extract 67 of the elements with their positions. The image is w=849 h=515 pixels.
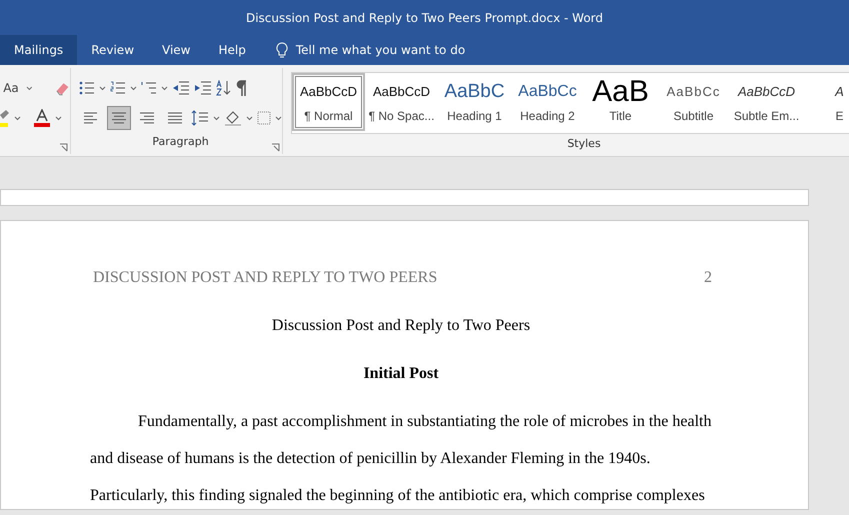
dropdown-icon[interactable] xyxy=(275,116,282,120)
lightbulb-icon[interactable] xyxy=(276,42,288,58)
highlighter-icon[interactable] xyxy=(0,109,10,127)
dropdown-icon[interactable] xyxy=(99,86,106,90)
dropdown-icon[interactable] xyxy=(161,86,168,90)
multilevel-list-icon[interactable] xyxy=(141,81,157,95)
dropdown-icon[interactable] xyxy=(14,116,21,120)
align-center-icon xyxy=(111,111,127,125)
style-name: ¶ No Spac... xyxy=(368,108,434,125)
page-header: DISCUSSION POST AND REPLY TO TWO PEERS xyxy=(93,268,438,288)
style-item[interactable]: AaBbC Heading 1 xyxy=(438,73,511,131)
borders-icon[interactable] xyxy=(257,111,271,125)
page-number: 2 xyxy=(704,268,712,288)
group-label: Paragraph xyxy=(152,134,209,150)
increase-indent-icon[interactable] xyxy=(194,81,212,95)
style-preview: AaB xyxy=(592,77,649,107)
style-name: E xyxy=(835,108,844,125)
style-preview: AaBbCc xyxy=(666,83,720,101)
sort-icon[interactable] xyxy=(216,80,232,96)
dialog-launcher-icon[interactable] xyxy=(59,143,68,152)
style-item[interactable]: AaBbCcD ¶ No Spac... xyxy=(365,73,438,131)
align-right-icon xyxy=(139,111,155,125)
body-paragraph: Fundamentally, a past accomplishment in substantiating the role of microbes in the health and disease of humans is the detection of penicillin by Alexander Fleming in the 1940s. Particularly, this finding signaled the beginning of the antibiotic era, which comprise complexes xyxy=(90,412,712,506)
dropdown-icon[interactable] xyxy=(213,116,220,120)
dialog-launcher-icon[interactable] xyxy=(271,143,280,152)
section-heading: Initial Post xyxy=(363,365,439,382)
bullets-icon[interactable] xyxy=(79,81,95,95)
style-name: Subtle Em... xyxy=(734,108,800,125)
tell-me-search[interactable]: Tell me what you want to do xyxy=(296,41,466,59)
style-item[interactable]: A E xyxy=(803,73,849,131)
align-left-icon xyxy=(83,111,99,125)
dropdown-icon[interactable] xyxy=(130,86,137,90)
ribbon-tab[interactable]: Review xyxy=(77,35,148,65)
numbering-icon[interactable] xyxy=(110,81,126,95)
align-center-button[interactable] xyxy=(107,106,131,130)
dropdown-icon[interactable] xyxy=(26,86,33,90)
document-title: Discussion Post and Reply to Two Peers xyxy=(272,317,530,334)
style-name: ¶ Normal xyxy=(304,108,353,125)
pilcrow-icon[interactable] xyxy=(236,80,248,96)
style-preview: AaBbC xyxy=(444,80,505,104)
font-color-icon[interactable] xyxy=(33,109,51,127)
align-justify-icon xyxy=(167,111,183,125)
shading-icon[interactable] xyxy=(224,110,242,126)
style-preview: AaBbCcD xyxy=(738,83,796,101)
style-item[interactable]: AaBbCc Heading 2 xyxy=(511,73,584,131)
ribbon-tab[interactable]: Help xyxy=(204,35,260,65)
dropdown-icon[interactable] xyxy=(55,116,62,120)
style-item[interactable]: AaBbCcD Subtle Em... xyxy=(730,73,803,131)
change-case-button[interactable]: Aa xyxy=(0,76,22,100)
style-name: Heading 2 xyxy=(520,108,575,125)
style-name: Heading 1 xyxy=(447,108,502,125)
ribbon-tab[interactable]: View xyxy=(148,35,204,65)
line-spacing-icon[interactable] xyxy=(191,110,209,126)
window-title: Discussion Post and Reply to Two Peers Prompt.docx - Word xyxy=(246,10,604,26)
style-preview: AaBbCcD xyxy=(372,83,430,101)
style-item[interactable]: AaBbCcD ¶ Normal xyxy=(292,73,365,131)
style-item[interactable]: AaBbCc Subtitle xyxy=(657,73,730,131)
group-label: Styles xyxy=(567,136,601,152)
style-name: Title xyxy=(609,108,632,125)
dropdown-icon[interactable] xyxy=(246,116,253,120)
style-preview: AaBbCcD xyxy=(300,83,358,101)
style-preview: A xyxy=(835,83,844,101)
decrease-indent-icon[interactable] xyxy=(172,81,190,95)
style-preview: AaBbCc xyxy=(518,82,577,102)
style-item[interactable]: AaB Title xyxy=(584,73,657,131)
style-name: Subtitle xyxy=(673,108,714,125)
ribbon-tab[interactable]: Mailings xyxy=(0,35,78,65)
